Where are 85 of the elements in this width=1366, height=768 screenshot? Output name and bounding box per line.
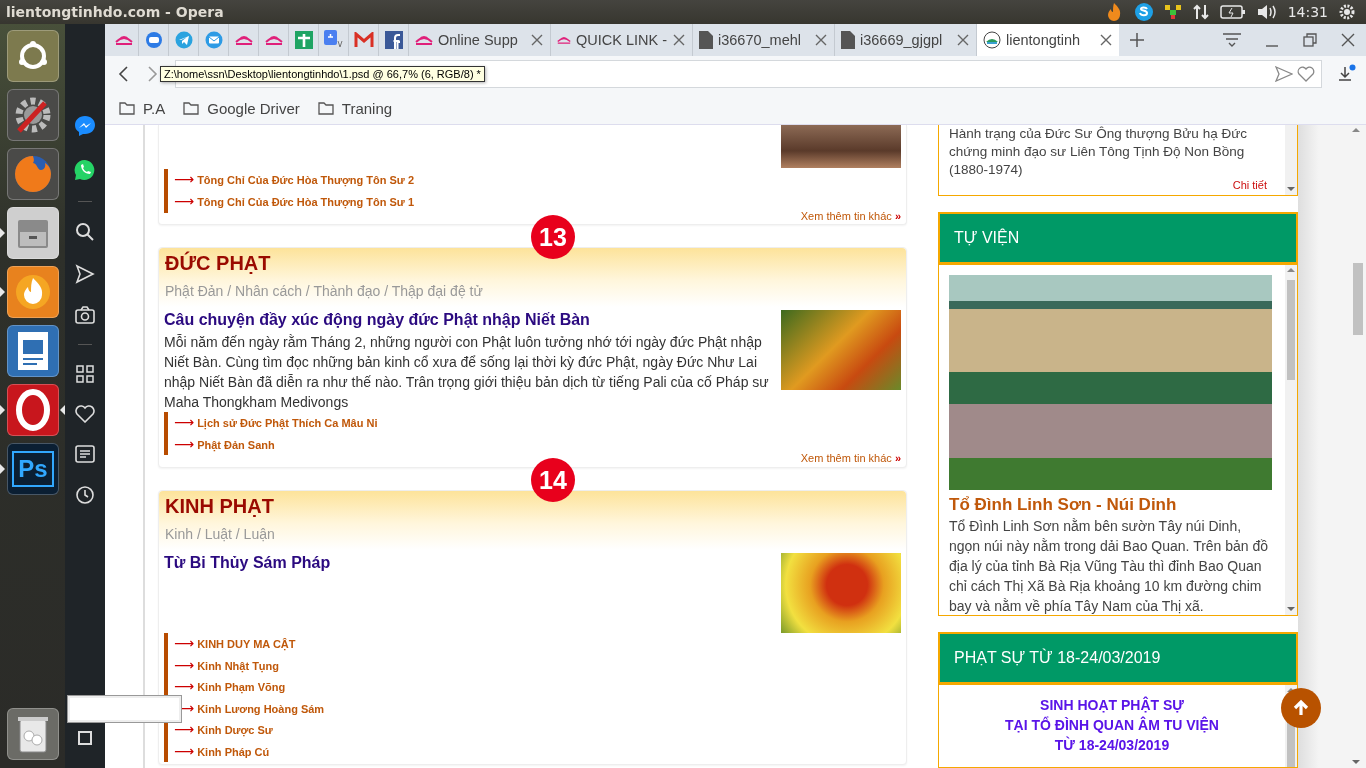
category-title: KINH PHẠT [165,494,275,519]
related-link[interactable]: ⟶ KINH DUY MA CẬT [174,633,901,655]
envelope-icon [353,32,374,48]
document-icon[interactable] [7,325,59,377]
pagoda-title[interactable]: Tổ Đình Linh Sơn - Núi Dinh [949,494,1275,516]
trash-icon[interactable] [7,708,59,760]
lotus-logo-icon [557,34,571,46]
close-icon[interactable] [956,33,970,47]
lotus-logo-icon [114,34,133,46]
bookmark-folder[interactable]: Traning [317,99,393,117]
close-icon[interactable] [1340,32,1356,48]
camera-icon[interactable] [75,306,95,324]
sidebar-heading: PHẠT SỰ TỪ 18-24/03/2019 [938,632,1298,684]
tooltip: Z:\home\ssn\Desktop\lientongtinhdo\1.psd @ 66,7% (6, RGB/8) * [160,66,485,82]
squares-icon[interactable] [1163,3,1182,21]
back-icon[interactable] [117,66,131,82]
ring-icon[interactable] [7,384,59,436]
scrollbar[interactable] [1285,265,1297,615]
gear-wrench-icon[interactable] [7,89,59,141]
page-scrollbar[interactable] [1350,125,1366,768]
arrow-up-icon [1292,699,1310,717]
square-logo-icon [384,31,403,49]
lotus-logo-icon [415,34,433,46]
folder-icon [317,101,334,115]
article-title[interactable]: Từ Bi Thủy Sám Pháp [164,553,771,573]
window-title: lientongtinhdo.com - Opera [5,4,224,20]
clock[interactable]: 14:31 [1287,4,1328,20]
close-icon[interactable] [672,33,686,47]
related-link[interactable]: ⟶ Tông Chỉ Của Đức Hòa Thượng Tôn Sư 1 [174,191,901,213]
lotus-logo-icon [234,34,253,46]
close-icon[interactable] [530,33,544,47]
phone-bubble-icon[interactable] [74,159,96,181]
related-link[interactable]: ⟶ Kinh Phạm Võng [174,676,901,698]
ps-app-icon[interactable]: Ps [7,443,59,495]
article-title[interactable]: Câu chuyện đầy xúc động ngày đức Phật nhập Niết Bàn [164,310,771,330]
bookmark-folder[interactable]: Google Driver [183,99,300,117]
news-icon[interactable] [75,445,95,463]
browser-tab[interactable]: lientongtinh [977,24,1119,56]
translate-icon [323,30,344,50]
related-link[interactable]: ⟶ Kinh Dược Sư [174,719,901,741]
bookmark-folder[interactable]: P.A [119,99,166,117]
messenger-icon[interactable] [74,115,96,137]
restore-icon[interactable] [1302,32,1318,48]
flame-icon[interactable] [7,266,59,318]
circle-logo-icon[interactable] [7,30,59,82]
article-summary: Mỗi năm đến ngày rằm Tháng 2, những người con Phật luôn tưởng nhớ tới ngày đức Phật nhập Niết Bàn. Cùng tìm đọc những bản kinh cổ xưa để sống lại thời kỳ đức Phật, ngày Đức Như Lai nhập Niết Bàn đã diễn ra như thế nào. Trân trọng giới thiệu bản dịch từ tiếng Pali của cố Pháp sư Maha Thongkham Medivongs [164,333,770,412]
plus-square-icon [294,31,313,49]
sidebar-text: Tổ Đình Linh Sơn nằm bên sườn Tây núi Dinh, ngọn núi này nằm trong dải Bao Quan. Trên bản đồ địa lý của tỉnh Bà Rịa Vũng Tàu thì đỉnh Bao Quan chỉ cách Thị Xã Bà Rịa khoảng 10 km đường chim bay và nằm về phía Tây Nam của Thị xã. [949,517,1270,615]
drawer-icon[interactable] [7,207,59,259]
related-link[interactable]: ⟶ Tông Chỉ Của Đức Hòa Thượng Tôn Sư 2 [174,169,901,191]
close-icon[interactable] [814,33,828,47]
related-link[interactable]: ⟶ Phật Đản Sanh [174,433,901,455]
notice-heading: SINH HOẠT PHẬT SỰ TẠI TỔ ĐÌNH QUAN ÂM TU VIỆN TỪ 18-24/03/2019 [1004,695,1220,755]
download-icon[interactable] [1336,64,1356,84]
paper-plane-icon [174,31,193,49]
file-icon [841,31,855,49]
category-title: ĐỨC PHẠT [165,250,272,276]
round-logo-icon [983,31,1001,49]
sidebar-heading: TỰ VIỆN [938,212,1298,264]
volume-icon[interactable] [1255,3,1278,21]
chat-bubble-icon [144,31,163,49]
forward-icon[interactable] [145,66,159,82]
globe-icon[interactable] [7,148,59,200]
mail-icon [204,31,223,49]
search-icon[interactable] [75,222,95,242]
tab-menu-icon[interactable] [1222,32,1242,48]
clock-icon[interactable] [75,485,95,505]
detail-link[interactable]: Chi tiết [1232,179,1267,191]
network-arrows-icon[interactable] [1191,3,1210,21]
battery-icon[interactable] [1219,4,1246,20]
file-icon [699,31,713,49]
folder-icon [183,101,200,115]
lotus-logo-icon [264,34,283,46]
close-icon[interactable] [1099,33,1113,47]
scrollbar[interactable] [1285,125,1297,195]
power-gear-icon[interactable] [1338,3,1356,21]
folder-icon [119,101,135,115]
related-link[interactable]: ⟶ Lịch sử Đức Phật Thích Ca Mâu Ni [174,412,901,434]
square-icon[interactable] [78,731,92,745]
related-link[interactable]: ⟶ Kinh Nhật Tụng [174,654,901,676]
chat-bubble-icon[interactable] [1133,2,1154,22]
grid-icon[interactable] [76,365,94,383]
related-link[interactable]: ⟶ Kinh Pháp Cú [174,740,901,762]
plus-icon[interactable] [1129,32,1145,48]
sidebar-text: Hành trạng của Đức Sư Ông thượng Bửu hạ Đức chứng minh đạo sư Liên Tông Tịnh Độ Non Bồng (1880-1974) [949,125,1248,179]
